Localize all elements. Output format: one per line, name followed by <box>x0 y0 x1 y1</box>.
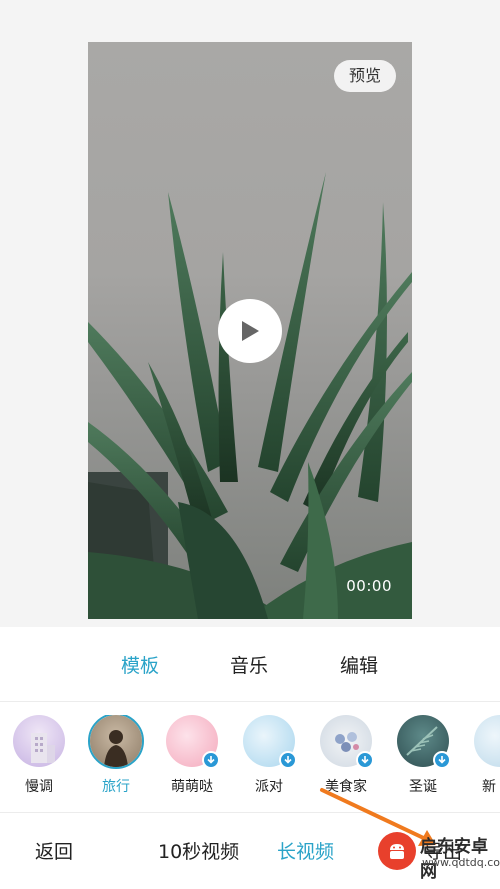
download-badge <box>279 751 297 769</box>
tab-edit[interactable]: 编辑 <box>340 651 378 678</box>
download-icon <box>284 756 292 764</box>
watermark-url: www.qdtdq.com <box>422 856 500 869</box>
template-list: 慢调 旅行 萌萌哒 派对 美食家 圣诞 新 <box>0 715 500 807</box>
building-icon <box>31 733 55 763</box>
template-item-new[interactable]: 新 <box>470 715 500 796</box>
template-label: 圣诞 <box>409 779 437 795</box>
tab-music[interactable]: 音乐 <box>230 651 268 678</box>
template-item-party[interactable]: 派对 <box>239 715 299 796</box>
download-badge <box>356 751 374 769</box>
template-thumbnail <box>13 715 65 767</box>
download-icon <box>361 756 369 764</box>
back-button[interactable]: 返回 <box>35 837 73 864</box>
preview-button[interactable]: 预览 <box>334 60 396 92</box>
template-thumbnail <box>90 715 142 767</box>
download-badge <box>202 751 220 769</box>
template-label: 新 <box>482 779 496 795</box>
tab-bar: 模板 音乐 编辑 <box>0 627 500 701</box>
watermark-logo-icon <box>378 832 416 870</box>
download-badge <box>433 751 451 769</box>
template-item-foodie[interactable]: 美食家 <box>316 715 376 796</box>
video-timecode: 00:00 <box>346 577 392 595</box>
android-icon <box>390 844 404 859</box>
template-label: 美食家 <box>325 779 367 795</box>
template-item-travel[interactable]: 旅行 <box>86 715 146 796</box>
person-silhouette-icon <box>104 730 128 767</box>
tab-template[interactable]: 模板 <box>121 651 159 678</box>
template-item-christmas[interactable]: 圣诞 <box>393 715 453 796</box>
long-video-button[interactable]: 长视频 <box>277 837 334 864</box>
template-label: 慢调 <box>25 779 53 795</box>
template-item-cute[interactable]: 萌萌哒 <box>162 715 222 796</box>
template-label: 萌萌哒 <box>171 779 213 795</box>
template-item-slow[interactable]: 慢调 <box>9 715 69 796</box>
divider <box>0 701 500 702</box>
play-icon <box>242 321 259 341</box>
download-icon <box>438 756 446 764</box>
play-button[interactable] <box>218 299 282 363</box>
template-label: 派对 <box>255 779 283 795</box>
short-video-button[interactable]: 10秒视频 <box>158 837 239 864</box>
video-preview-area: 预览 00:00 <box>0 0 500 627</box>
video-frame[interactable]: 预览 00:00 <box>88 42 412 619</box>
template-label: 旅行 <box>102 779 130 795</box>
watermark: 启东安卓网 www.qdtdq.com <box>378 826 500 882</box>
download-icon <box>207 756 215 764</box>
template-thumbnail <box>474 715 500 767</box>
